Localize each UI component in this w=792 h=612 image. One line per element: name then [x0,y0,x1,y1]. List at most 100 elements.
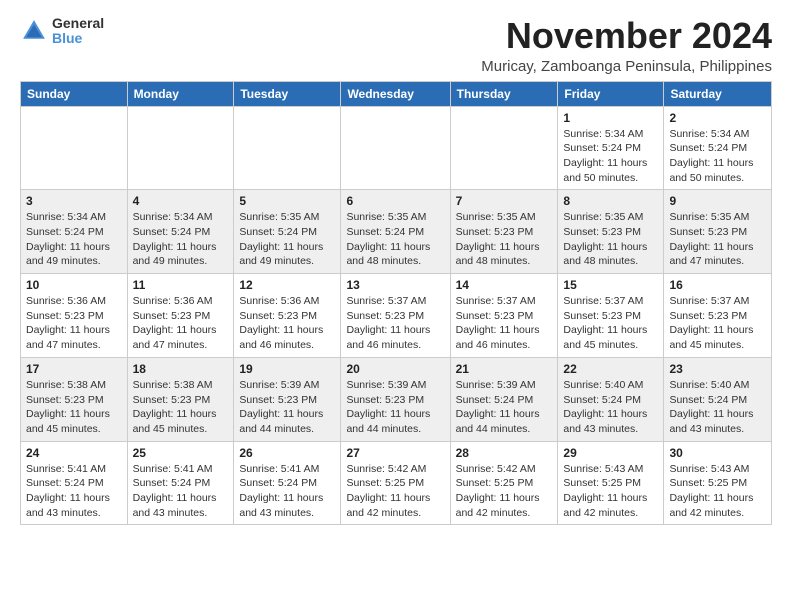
day-info: Sunrise: 5:34 AM Sunset: 5:24 PM Dayligh… [26,210,122,269]
day-number: 29 [563,446,658,460]
day-number: 21 [456,362,553,376]
day-info: Sunrise: 5:42 AM Sunset: 5:25 PM Dayligh… [346,462,444,521]
day-number: 27 [346,446,444,460]
day-info: Sunrise: 5:35 AM Sunset: 5:23 PM Dayligh… [563,210,658,269]
calendar-week-row: 3 Sunrise: 5:34 AM Sunset: 5:24 PM Daylig… [21,190,772,274]
day-number: 20 [346,362,444,376]
calendar-cell: 9 Sunrise: 5:35 AM Sunset: 5:23 PM Daylig… [664,190,772,274]
day-info: Sunrise: 5:38 AM Sunset: 5:23 PM Dayligh… [133,378,229,437]
day-number: 11 [133,278,229,292]
calendar-cell [21,106,128,190]
day-info: Sunrise: 5:37 AM Sunset: 5:23 PM Dayligh… [346,294,444,353]
day-number: 23 [669,362,766,376]
calendar-cell: 18 Sunrise: 5:38 AM Sunset: 5:23 PM Dayli… [127,357,234,441]
calendar-cell: 2 Sunrise: 5:34 AM Sunset: 5:24 PM Daylig… [664,106,772,190]
day-header-thursday: Thursday [450,81,558,106]
day-number: 4 [133,194,229,208]
day-info: Sunrise: 5:34 AM Sunset: 5:24 PM Dayligh… [669,127,766,186]
day-info: Sunrise: 5:42 AM Sunset: 5:25 PM Dayligh… [456,462,553,521]
calendar-cell: 20Sunrise: 5:39 AM Sunset: 5:23 PM Dayli… [341,357,450,441]
calendar-week-row: 1Sunrise: 5:34 AM Sunset: 5:24 PM Daylig… [21,106,772,190]
day-info: Sunrise: 5:37 AM Sunset: 5:23 PM Dayligh… [669,294,766,353]
day-number: 16 [669,278,766,292]
day-info: Sunrise: 5:35 AM Sunset: 5:24 PM Dayligh… [346,210,444,269]
day-header-wednesday: Wednesday [341,81,450,106]
day-number: 6 [346,194,444,208]
day-info: Sunrise: 5:41 AM Sunset: 5:24 PM Dayligh… [26,462,122,521]
calendar-cell: 5Sunrise: 5:35 AM Sunset: 5:24 PM Daylig… [234,190,341,274]
day-info: Sunrise: 5:40 AM Sunset: 5:24 PM Dayligh… [669,378,766,437]
calendar-cell: 6 Sunrise: 5:35 AM Sunset: 5:24 PM Daylig… [341,190,450,274]
location-subtitle: Muricay, Zamboanga Peninsula, Philippine… [481,58,772,75]
day-info: Sunrise: 5:36 AM Sunset: 5:23 PM Dayligh… [133,294,229,353]
calendar-cell: 22 Sunrise: 5:40 AM Sunset: 5:24 PM Dayli… [558,357,664,441]
logo: General Blue [20,16,104,47]
header: General Blue November 2024 Muricay, Zamb… [20,16,772,75]
day-number: 5 [239,194,335,208]
day-number: 22 [563,362,658,376]
calendar-table: SundayMondayTuesdayWednesdayThursdayFrid… [20,81,772,526]
day-header-monday: Monday [127,81,234,106]
day-info: Sunrise: 5:38 AM Sunset: 5:23 PM Dayligh… [26,378,122,437]
calendar-cell: 24 Sunrise: 5:41 AM Sunset: 5:24 PM Dayli… [21,441,128,525]
calendar-cell: 3 Sunrise: 5:34 AM Sunset: 5:24 PM Daylig… [21,190,128,274]
calendar-cell [127,106,234,190]
calendar-week-row: 17 Sunrise: 5:38 AM Sunset: 5:23 PM Dayli… [21,357,772,441]
calendar-header-row: SundayMondayTuesdayWednesdayThursdayFrid… [21,81,772,106]
logo-icon [20,17,48,45]
calendar-cell: 29 Sunrise: 5:43 AM Sunset: 5:25 PM Dayli… [558,441,664,525]
day-header-sunday: Sunday [21,81,128,106]
calendar-cell: 11 Sunrise: 5:36 AM Sunset: 5:23 PM Dayli… [127,274,234,358]
calendar-cell [234,106,341,190]
day-info: Sunrise: 5:40 AM Sunset: 5:24 PM Dayligh… [563,378,658,437]
calendar-cell: 12 Sunrise: 5:36 AM Sunset: 5:23 PM Dayli… [234,274,341,358]
calendar-cell: 26 Sunrise: 5:41 AM Sunset: 5:24 PM Dayli… [234,441,341,525]
day-number: 28 [456,446,553,460]
day-info: Sunrise: 5:41 AM Sunset: 5:24 PM Dayligh… [133,462,229,521]
day-number: 19 [239,362,335,376]
calendar-cell: 23 Sunrise: 5:40 AM Sunset: 5:24 PM Dayli… [664,357,772,441]
day-info: Sunrise: 5:39 AM Sunset: 5:23 PM Dayligh… [239,378,335,437]
day-number: 26 [239,446,335,460]
calendar-cell: 21 Sunrise: 5:39 AM Sunset: 5:24 PM Dayli… [450,357,558,441]
calendar-cell: 4 Sunrise: 5:34 AM Sunset: 5:24 PM Daylig… [127,190,234,274]
day-info: Sunrise: 5:35 AM Sunset: 5:23 PM Dayligh… [456,210,553,269]
day-number: 25 [133,446,229,460]
day-info: Sunrise: 5:34 AM Sunset: 5:24 PM Dayligh… [133,210,229,269]
day-number: 17 [26,362,122,376]
calendar-cell: 13Sunrise: 5:37 AM Sunset: 5:23 PM Dayli… [341,274,450,358]
calendar-cell: 17 Sunrise: 5:38 AM Sunset: 5:23 PM Dayli… [21,357,128,441]
day-number: 30 [669,446,766,460]
day-info: Sunrise: 5:36 AM Sunset: 5:23 PM Dayligh… [239,294,335,353]
day-number: 2 [669,111,766,125]
calendar-cell: 28 Sunrise: 5:42 AM Sunset: 5:25 PM Dayli… [450,441,558,525]
day-info: Sunrise: 5:39 AM Sunset: 5:24 PM Dayligh… [456,378,553,437]
day-number: 7 [456,194,553,208]
day-number: 18 [133,362,229,376]
day-number: 15 [563,278,658,292]
day-header-saturday: Saturday [664,81,772,106]
day-info: Sunrise: 5:43 AM Sunset: 5:25 PM Dayligh… [563,462,658,521]
day-number: 3 [26,194,122,208]
day-info: Sunrise: 5:37 AM Sunset: 5:23 PM Dayligh… [456,294,553,353]
day-info: Sunrise: 5:35 AM Sunset: 5:23 PM Dayligh… [669,210,766,269]
day-info: Sunrise: 5:34 AM Sunset: 5:24 PM Dayligh… [563,127,658,186]
title-block: November 2024 Muricay, Zamboanga Peninsu… [481,16,772,75]
logo-text: General Blue [52,16,104,47]
calendar-cell: 14Sunrise: 5:37 AM Sunset: 5:23 PM Dayli… [450,274,558,358]
logo-general: General [52,16,104,31]
calendar-cell: 10Sunrise: 5:36 AM Sunset: 5:23 PM Dayli… [21,274,128,358]
calendar-cell: 25 Sunrise: 5:41 AM Sunset: 5:24 PM Dayli… [127,441,234,525]
calendar-cell [341,106,450,190]
month-title: November 2024 [481,16,772,56]
day-info: Sunrise: 5:43 AM Sunset: 5:25 PM Dayligh… [669,462,766,521]
day-number: 24 [26,446,122,460]
day-number: 12 [239,278,335,292]
calendar-cell [450,106,558,190]
calendar-cell: 8Sunrise: 5:35 AM Sunset: 5:23 PM Daylig… [558,190,664,274]
day-info: Sunrise: 5:41 AM Sunset: 5:24 PM Dayligh… [239,462,335,521]
calendar-cell: 19 Sunrise: 5:39 AM Sunset: 5:23 PM Dayli… [234,357,341,441]
day-number: 10 [26,278,122,292]
calendar-cell: 30 Sunrise: 5:43 AM Sunset: 5:25 PM Dayli… [664,441,772,525]
day-number: 9 [669,194,766,208]
